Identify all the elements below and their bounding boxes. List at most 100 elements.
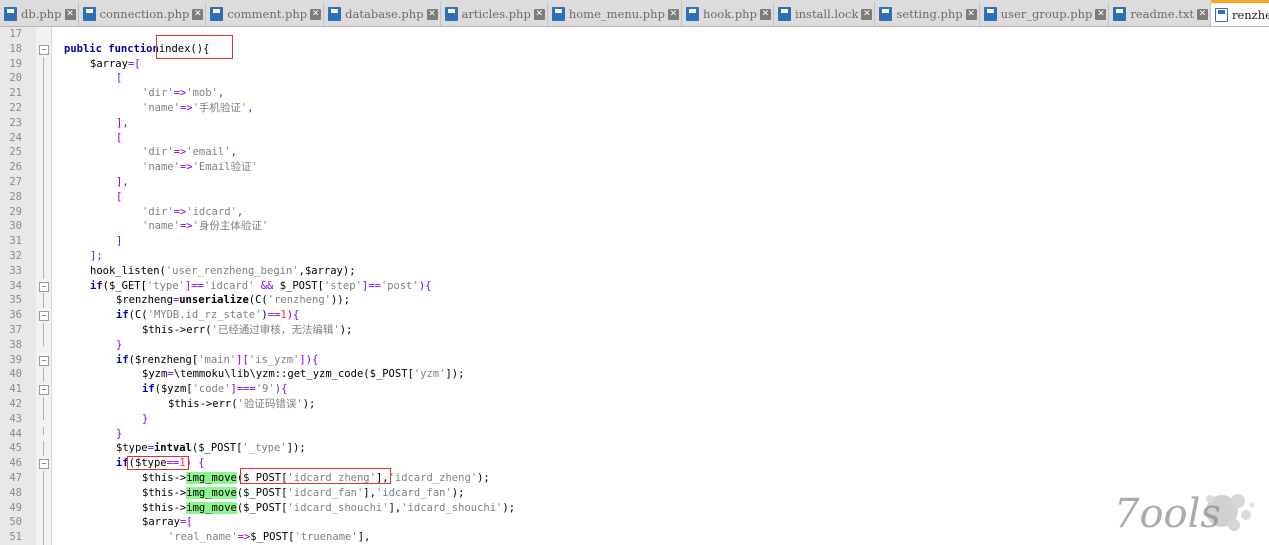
line-number: 29 — [9, 205, 22, 218]
code-line: 31] — [0, 234, 1269, 250]
code-token: $type — [116, 442, 148, 455]
code-token: , — [217, 87, 225, 100]
tab-label: database.php — [345, 7, 424, 21]
code-line: 39 − if($renzheng['main']['is_yzm']){ — [0, 353, 1269, 368]
file-icon — [777, 7, 791, 21]
code-token: $_POST[ — [250, 531, 295, 544]
code-token: ]); — [445, 368, 465, 381]
code-token: 'idcard_shouchi' — [287, 501, 389, 514]
line-number: 51 — [9, 531, 22, 544]
tab-3[interactable]: database.php ✕ — [324, 2, 441, 26]
line-number: 24 — [9, 131, 22, 144]
code-token: ] — [116, 235, 123, 248]
code-text: } — [142, 412, 148, 427]
code-editor[interactable]: 17 18− public functionindex(){19 $array=[20… — [0, 27, 1269, 545]
code-line: 30 'name'=>'身份主体验证' — [0, 219, 1269, 235]
file-icon — [1113, 7, 1127, 21]
code-text: 'name'=>'身份主体验证' — [142, 219, 268, 234]
code-token: intval — [153, 442, 192, 455]
close-tab-icon[interactable]: ✕ — [759, 8, 771, 20]
code-token: \temmoku\lib\yzm::get_yzm_code($_POST[ — [173, 368, 414, 381]
tab-10[interactable]: readme.txt ✕ — [1109, 2, 1211, 26]
tab-8[interactable]: setting.php ✕ — [875, 2, 980, 26]
code-text: $yzm=\temmoku\lib\yzm::get_yzm_code($_PO… — [142, 367, 464, 382]
code-token: ]== — [184, 279, 204, 292]
fold-toggle-icon[interactable]: − — [39, 355, 49, 366]
tab-1[interactable]: connection.php ✕ — [79, 2, 207, 26]
file-icon — [551, 7, 565, 21]
fold-toggle-icon[interactable]: − — [39, 385, 49, 396]
code-text: } — [116, 338, 122, 353]
file-icon — [210, 7, 224, 21]
close-tab-icon[interactable]: ✕ — [310, 8, 322, 20]
code-text: ] — [116, 234, 122, 249]
code-token: 'idcard' — [203, 279, 255, 292]
line-number: 21 — [9, 87, 22, 100]
code-line: 48 $this->img_move($_POST['idcard_fan'],'… — [0, 485, 1269, 501]
code-token: 'truename' — [294, 531, 358, 544]
line-number: 19 — [9, 57, 22, 70]
file-icon — [444, 7, 458, 21]
code-text: $this->img_move($_POST['idcard_fan'],'id… — [142, 486, 464, 501]
close-tab-icon[interactable]: ✕ — [1095, 8, 1107, 20]
code-line: 44} — [0, 426, 1269, 442]
code-line: 40 $yzm=\temmoku\lib\yzm::get_yzm_code($_… — [0, 367, 1269, 383]
code-text: $this->err('已经通过审核，无法编辑'); — [142, 323, 352, 338]
tab-5[interactable]: home_menu.php ✕ — [548, 2, 682, 26]
fold-toggle-icon[interactable]: − — [39, 459, 49, 470]
code-text: $renzheng=unserialize(C('renzheng')); — [116, 293, 350, 308]
code-token: } — [116, 427, 123, 440]
line-number: 22 — [9, 102, 22, 114]
file-icon — [4, 7, 17, 21]
close-tab-icon[interactable]: ✕ — [1196, 8, 1208, 20]
close-tab-icon[interactable]: ✕ — [533, 8, 545, 20]
code-token: ]){ — [299, 353, 319, 366]
code-token: img_move — [186, 501, 237, 514]
code-text: $array=[ — [142, 515, 193, 530]
tab-6[interactable]: hook.php ✕ — [682, 2, 774, 26]
code-token: $this->err( — [168, 398, 238, 410]
code-token: 'idcard_zheng' — [388, 472, 478, 484]
code-text: if($yzm['code']==='9'){ — [142, 382, 287, 397]
fold-toggle-icon[interactable]: − — [39, 281, 49, 292]
code-token: )); — [330, 294, 350, 307]
code-token: ($_POST[ — [236, 486, 288, 499]
line-number: 20 — [9, 72, 22, 85]
code-token: ($_POST[ — [191, 442, 243, 455]
tab-7[interactable]: install.lock ✕ — [774, 2, 876, 26]
code-token: , — [247, 102, 254, 114]
code-line: 46− if($type==1) { — [0, 456, 1269, 471]
code-token: ); — [302, 398, 316, 410]
tab-11[interactable]: renzheng.p — [1210, 0, 1269, 26]
code-line: 26 'name'=>'Email验证' — [0, 160, 1269, 176]
tab-label: db.php — [21, 7, 62, 21]
code-text: $array=[ — [90, 57, 141, 72]
close-tab-icon[interactable]: ✕ — [667, 8, 679, 20]
tab-4[interactable]: articles.php ✕ — [441, 2, 548, 26]
fold-toggle-icon[interactable]: − — [39, 311, 49, 322]
line-number: 28 — [9, 190, 22, 203]
close-tab-icon[interactable]: ✕ — [64, 8, 76, 20]
code-text: if($renzheng['main']['is_yzm']){ — [116, 353, 318, 368]
close-tab-icon[interactable]: ✕ — [192, 8, 204, 20]
file-icon — [879, 7, 893, 21]
fold-guide — [43, 249, 44, 264]
fold-toggle-icon[interactable]: − — [39, 44, 49, 55]
code-token: == — [267, 309, 281, 322]
code-line: 25 'dir'=>'email', — [0, 145, 1269, 161]
code-line: 27], — [0, 175, 1269, 190]
code-token: ], — [357, 531, 371, 544]
close-tab-icon[interactable]: ✕ — [426, 8, 438, 20]
close-tab-icon[interactable]: ✕ — [861, 8, 873, 20]
close-tab-icon[interactable]: ✕ — [965, 8, 977, 20]
line-number: 27 — [9, 176, 22, 188]
code-token: $this-> — [142, 486, 187, 499]
tab-9[interactable]: user_group.php ✕ — [980, 2, 1110, 26]
code-text: 'real_name'=>$_POST['truename'], — [168, 530, 370, 545]
tab-0[interactable]: db.php ✕ — [0, 2, 79, 26]
code-token: img_move — [186, 486, 237, 499]
code-token: '身份主体验证' — [192, 220, 269, 233]
code-token: && — [254, 279, 280, 292]
tab-2[interactable]: comment.php ✕ — [206, 2, 325, 26]
code-token: '手机验证' — [192, 102, 248, 114]
